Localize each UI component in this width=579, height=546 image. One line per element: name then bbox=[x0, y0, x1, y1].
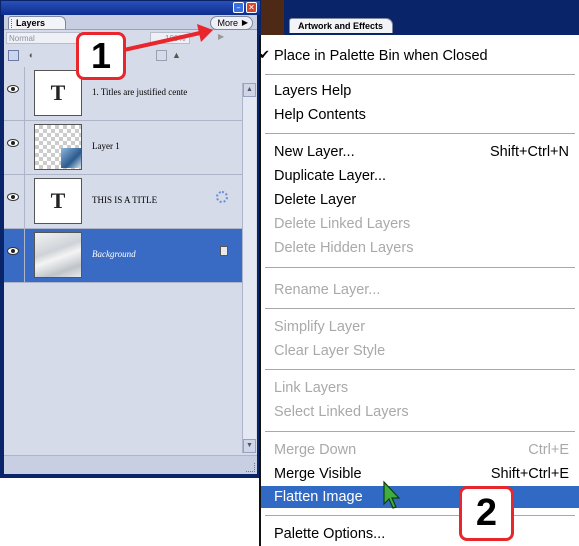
callout-arrow-line bbox=[123, 31, 201, 52]
checkmark-icon: ✔ bbox=[259, 48, 270, 63]
menu-item-merge-down: Merge Down Ctrl+E bbox=[274, 442, 569, 458]
menu-item-palette-options[interactable]: Palette Options... bbox=[261, 523, 579, 545]
callout-badge-2: 2 bbox=[459, 486, 514, 541]
menu-item-simplify-layer: Simplify Layer bbox=[274, 319, 366, 335]
menu-separator bbox=[265, 133, 575, 134]
menu-separator bbox=[265, 267, 575, 268]
menu-item-rename-layer: Rename Layer... bbox=[274, 282, 381, 298]
menu-separator bbox=[265, 369, 575, 370]
menu-separator bbox=[265, 74, 575, 75]
menu-separator bbox=[265, 515, 575, 516]
menu-item-help-contents[interactable]: Help Contents bbox=[261, 104, 579, 126]
menu-item-delete-hidden-layers: Delete Hidden Layers bbox=[274, 240, 414, 256]
tab-artwork-and-effects[interactable]: Artwork and Effects bbox=[289, 18, 393, 33]
menu-separator bbox=[265, 431, 575, 432]
menu-item-place-in-palette-bin[interactable]: ✔ Place in Palette Bin when Closed bbox=[259, 45, 579, 67]
mouse-cursor-icon bbox=[383, 480, 401, 509]
menu-item-clear-layer-style: Clear Layer Style bbox=[274, 343, 386, 359]
menu-item-delete-linked-layers: Delete Linked Layers bbox=[274, 216, 411, 232]
menu-item-layers-help[interactable]: Layers Help bbox=[261, 80, 579, 102]
callout-arrow-head bbox=[197, 24, 213, 42]
menu-item-flatten-image[interactable]: Flatten Image bbox=[261, 486, 579, 508]
menu-item-merge-visible[interactable]: Merge Visible Shift+Ctrl+E bbox=[261, 463, 579, 485]
menu-item-link-layers: Link Layers bbox=[274, 380, 349, 396]
menu-item-duplicate-layer[interactable]: Duplicate Layer... bbox=[261, 165, 579, 187]
callout-badge-1: 1 bbox=[76, 32, 126, 80]
canvas-strip bbox=[261, 0, 284, 35]
menu-item-select-linked-layers: Select Linked Layers bbox=[274, 404, 409, 420]
menu-item-new-layer[interactable]: New Layer... Shift+Ctrl+N bbox=[261, 141, 579, 163]
layers-palette-menu: ✔ Place in Palette Bin when Closed Layer… bbox=[259, 35, 579, 546]
menu-separator bbox=[265, 308, 575, 309]
menu-item-delete-layer[interactable]: Delete Layer bbox=[261, 189, 579, 211]
